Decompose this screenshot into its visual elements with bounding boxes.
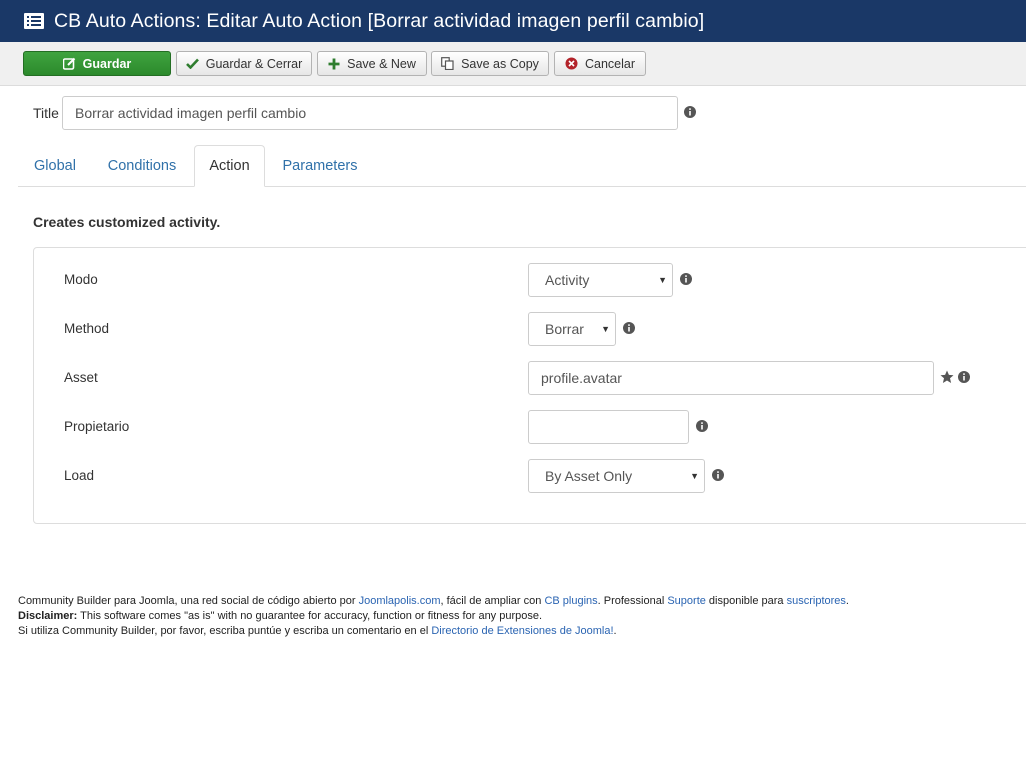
method-select[interactable]: Borrar ▼ [528,312,616,346]
chevron-down-icon: ▼ [601,324,610,334]
edit-icon [62,57,76,70]
chevron-down-icon: ▼ [658,275,667,285]
info-icon[interactable] [680,273,692,285]
toolbar: Guardar Guardar & Cerrar Save & New Save… [0,42,1026,86]
joomla-directory-link[interactable]: Directorio de Extensiones de Joomla! [431,625,613,637]
tab-global[interactable]: Global [18,145,92,187]
title-label: Title [33,105,59,121]
page-header: CB Auto Actions: Editar Auto Action [Bor… [0,0,1026,42]
footer-line-1: Community Builder para Joomla, una red s… [18,594,849,609]
mode-label: Modo [64,272,98,287]
save-button-label: Guardar [82,56,132,71]
save-close-button[interactable]: Guardar & Cerrar [176,51,312,76]
save-new-label: Save & New [347,56,416,71]
footer-line-2: Disclaimer: This software comes "as is" … [18,609,849,624]
tab-parameters[interactable]: Parameters [268,145,372,187]
chevron-down-icon: ▼ [690,471,699,481]
footer-text: . [613,625,617,637]
load-label: Load [64,468,95,483]
star-icon[interactable] [940,370,954,384]
tab-conditions[interactable]: Conditions [94,145,190,187]
cancel-button[interactable]: Cancelar [554,51,646,76]
load-select-value: By Asset Only [545,468,633,484]
joomlapolis-link[interactable]: Joomlapolis.com [359,595,441,607]
footer-text: . [845,595,849,607]
footer-text: Community Builder para Joomla, una red s… [18,595,359,607]
close-circle-icon [565,57,578,70]
method-select-value: Borrar [545,321,584,337]
save-copy-button[interactable]: Save as Copy [431,51,549,76]
owner-input[interactable] [528,410,689,444]
disclaimer-label: Disclaimer: [18,610,78,622]
support-link[interactable]: Suporte [667,595,706,607]
method-label: Method [64,321,110,336]
page-footer: Community Builder para Joomla, una red s… [18,594,849,639]
footer-text: Si utiliza Community Builder, por favor,… [18,625,432,637]
info-icon[interactable] [958,371,970,383]
save-copy-label: Save as Copy [461,56,539,71]
cb-plugins-link[interactable]: CB plugins [544,595,597,607]
owner-label: Propietario [64,419,130,434]
save-close-label: Guardar & Cerrar [205,56,303,71]
tab-description: Creates customized activity. [33,214,221,230]
info-icon[interactable] [696,420,708,432]
footer-text: . Professional [597,595,668,607]
tab-action[interactable]: Action [194,145,265,187]
footer-text: , fácil de ampliar con [440,595,545,607]
check-icon [185,58,199,69]
load-select[interactable]: By Asset Only ▼ [528,459,705,493]
asset-input[interactable]: profile.avatar [528,361,934,395]
info-icon[interactable] [623,322,635,334]
list-icon [24,13,44,29]
save-new-button[interactable]: Save & New [317,51,427,76]
mode-select[interactable]: Activity ▼ [528,263,673,297]
cancel-label: Cancelar [584,56,636,71]
copy-icon [441,57,454,70]
asset-label: Asset [64,370,98,385]
footer-text: disponible para [705,595,787,607]
footer-line-3: Si utiliza Community Builder, por favor,… [18,624,849,639]
subscribers-link[interactable]: suscriptores [787,595,846,607]
save-button[interactable]: Guardar [23,51,171,76]
page-title: CB Auto Actions: Editar Auto Action [Bor… [54,9,705,32]
title-input[interactable]: Borrar actividad imagen perfil cambio [62,96,678,130]
info-icon[interactable] [684,106,696,118]
info-icon[interactable] [712,469,724,481]
mode-select-value: Activity [545,272,590,288]
disclaimer-text: This software comes "as is" with no guar… [77,610,543,622]
plus-icon [328,58,340,70]
